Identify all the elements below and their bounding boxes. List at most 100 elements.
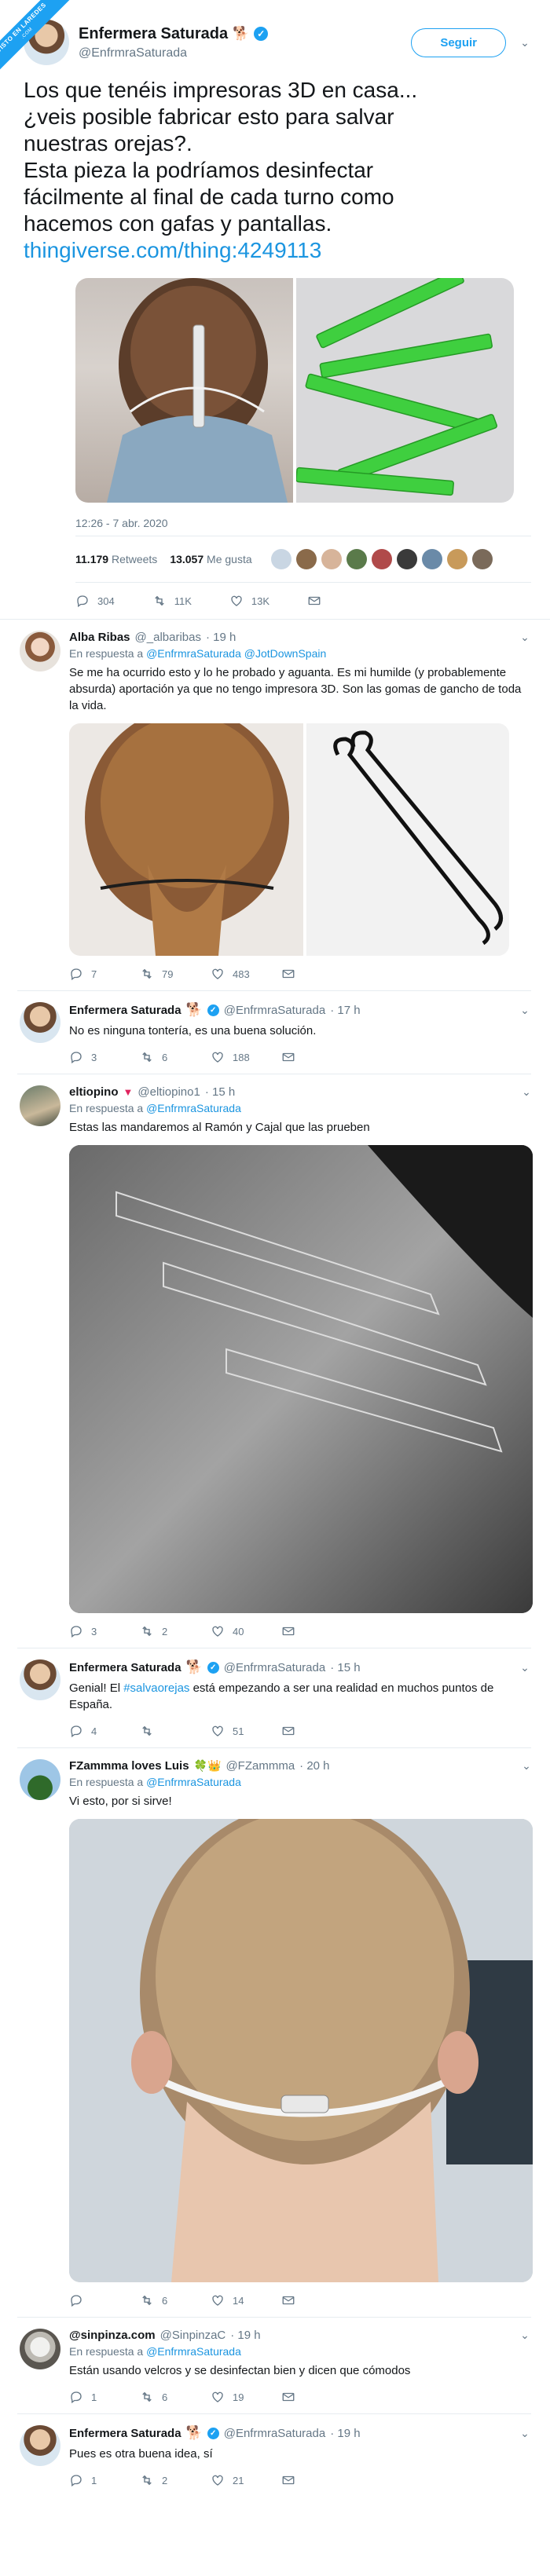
reply-button[interactable] [69, 2293, 140, 2307]
tweet-time[interactable]: · 17 h [330, 1004, 360, 1017]
avatar[interactable] [20, 631, 60, 671]
like-button[interactable]: 483 [211, 967, 281, 981]
tweet-media[interactable] [69, 1819, 533, 2282]
avatar[interactable] [20, 1759, 60, 1800]
avatar[interactable] [346, 549, 367, 569]
like-button[interactable]: 40 [211, 1624, 281, 1638]
message-button[interactable] [281, 1050, 352, 1064]
tweet-link[interactable]: thingiverse.com/thing:4249113 [24, 238, 321, 262]
follow-button[interactable]: Seguir [411, 27, 506, 57]
chevron-down-icon[interactable]: ⌄ [519, 36, 531, 49]
reply-button[interactable]: 1 [69, 2473, 140, 2487]
author-name[interactable]: Enfermera Saturada [69, 1661, 182, 1674]
author-name[interactable]: Enfermera Saturada [69, 1004, 182, 1017]
author-name[interactable]: FZammma loves Luis [69, 1759, 189, 1773]
author-name[interactable]: Enfermera Saturada [79, 25, 228, 43]
tweet-time[interactable]: · 19 h [206, 631, 236, 644]
photo-mask-strap[interactable] [69, 1819, 533, 2282]
avatar[interactable] [421, 549, 442, 569]
avatar[interactable] [20, 1659, 60, 1700]
avatar[interactable] [371, 549, 392, 569]
tweet-media[interactable] [75, 278, 514, 503]
like-button[interactable]: 21 [211, 2473, 281, 2487]
likes-stat[interactable]: 13.057 Me gusta [170, 553, 251, 565]
author-name[interactable]: Enfermera Saturada [69, 2427, 182, 2440]
avatar[interactable] [20, 1085, 60, 1126]
mention-link[interactable]: @EnfrmraSaturada [146, 1776, 241, 1788]
mention-link[interactable]: @EnfrmraSaturada [146, 1102, 241, 1114]
author-name[interactable]: Alba Ribas [69, 631, 130, 644]
photo-hook-cords[interactable] [306, 723, 509, 956]
author-handle[interactable]: @eltiopino1 [138, 1085, 200, 1099]
retweet-button[interactable]: 2 [140, 2473, 211, 2487]
like-button[interactable]: 13K [229, 594, 270, 608]
author-handle[interactable]: @EnfrmraSaturada [224, 2427, 325, 2440]
avatar[interactable] [295, 549, 317, 569]
tweet-time[interactable]: · 20 h [299, 1759, 329, 1773]
author-handle[interactable]: @EnfrmraSaturada [224, 1661, 325, 1674]
reply-button[interactable]: 3 [69, 1624, 140, 1638]
author-handle[interactable]: @SinpinzaC [160, 2329, 226, 2342]
avatar[interactable] [270, 549, 292, 569]
reply-button[interactable]: 3 [69, 1050, 140, 1064]
photo-mask-holder[interactable] [75, 278, 293, 503]
avatar[interactable] [20, 2329, 60, 2369]
author-handle[interactable]: @_albaribas [135, 631, 201, 644]
tweet-time[interactable]: · 19 h [230, 2329, 260, 2342]
reply-button[interactable]: 4 [69, 1724, 140, 1738]
retweet-button[interactable]: 2 [140, 1624, 211, 1638]
chevron-down-icon[interactable]: ⌄ [519, 1004, 531, 1016]
author-name[interactable]: @sinpinza.com [69, 2329, 156, 2342]
tweet-time[interactable]: · 15 h [330, 1661, 360, 1674]
avatar[interactable] [20, 1002, 60, 1043]
avatar[interactable] [471, 549, 493, 569]
message-button[interactable] [281, 2293, 352, 2307]
photo-printed-parts[interactable] [69, 1145, 533, 1613]
photo-hair-elastic[interactable] [69, 723, 303, 956]
retweet-button[interactable] [140, 1724, 211, 1738]
like-button[interactable]: 188 [211, 1050, 281, 1064]
tweet-timestamp[interactable]: 12:26 - 7 abr. 2020 [24, 517, 531, 536]
message-button[interactable] [281, 1624, 352, 1638]
avatar[interactable] [396, 549, 417, 569]
author-name[interactable]: eltiopino [69, 1085, 119, 1099]
mention-link[interactable]: @EnfrmraSaturada [146, 2345, 241, 2358]
chevron-down-icon[interactable]: ⌄ [520, 1085, 533, 1099]
retweet-button[interactable]: 79 [140, 967, 211, 981]
chevron-down-icon[interactable]: ⌄ [519, 631, 531, 644]
chevron-down-icon[interactable]: ⌄ [519, 1661, 531, 1674]
author-handle[interactable]: @EnfrmraSaturada [79, 46, 411, 60]
author-handle[interactable]: @FZammma [226, 1759, 295, 1773]
tweet-time[interactable]: · 19 h [330, 2427, 360, 2440]
mention-link[interactable]: @JotDownSpain [244, 647, 327, 660]
avatar[interactable] [321, 549, 342, 569]
tweet-media[interactable] [69, 723, 509, 956]
like-button[interactable]: 51 [211, 1724, 281, 1738]
chevron-down-icon[interactable]: ⌄ [519, 2427, 531, 2439]
message-button[interactable] [281, 967, 352, 981]
chevron-down-icon[interactable]: ⌄ [520, 1759, 533, 1773]
like-button[interactable]: 14 [211, 2293, 281, 2307]
tweet-media[interactable] [69, 1145, 533, 1613]
retweet-button[interactable]: 6 [140, 2293, 211, 2307]
photo-green-clips[interactable] [296, 278, 514, 503]
like-button[interactable]: 19 [211, 2390, 281, 2404]
retweet-button[interactable]: 6 [140, 1050, 211, 1064]
message-button[interactable] [281, 2473, 352, 2487]
retweet-button[interactable]: 11K [152, 594, 192, 608]
message-button[interactable] [281, 1724, 352, 1738]
message-button[interactable] [307, 594, 334, 608]
tweet-time[interactable]: · 15 h [205, 1085, 235, 1099]
avatar[interactable] [446, 549, 468, 569]
chevron-down-icon[interactable]: ⌄ [519, 2329, 531, 2342]
reply-button[interactable]: 304 [75, 594, 115, 608]
mention-link[interactable]: @EnfrmraSaturada [146, 647, 241, 660]
hashtag-link[interactable]: #salvaorejas [123, 1681, 189, 1695]
retweets-stat[interactable]: 11.179 Retweets [75, 553, 157, 565]
author-handle[interactable]: @EnfrmraSaturada [224, 1004, 325, 1017]
reply-button[interactable]: 1 [69, 2390, 140, 2404]
message-button[interactable] [281, 2390, 352, 2404]
avatar[interactable] [20, 2425, 60, 2466]
retweet-button[interactable]: 6 [140, 2390, 211, 2404]
reply-button[interactable]: 7 [69, 967, 140, 981]
